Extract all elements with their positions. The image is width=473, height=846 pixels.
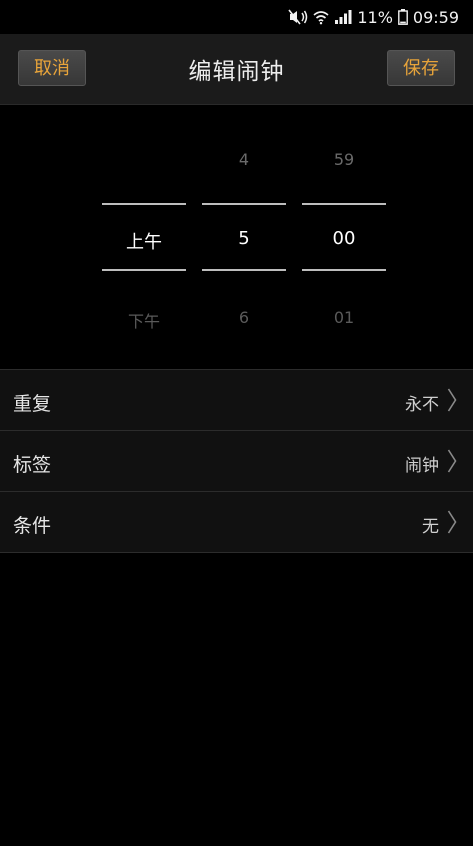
save-button[interactable]: 保存 xyxy=(387,50,455,86)
selection-line-bottom xyxy=(102,269,186,271)
condition-row[interactable]: 条件 无 xyxy=(0,491,473,553)
repeat-row[interactable]: 重复 永不 xyxy=(0,369,473,430)
header-bar: 取消 编辑闹钟 保存 xyxy=(0,34,473,105)
battery-percent: 11% xyxy=(357,7,393,27)
status-bar: 11% 09:59 xyxy=(0,0,473,34)
repeat-value: 永不 xyxy=(405,395,439,415)
selection-line-bottom xyxy=(302,269,386,271)
selection-line-top xyxy=(302,203,386,205)
hour-prev: 4 xyxy=(238,150,250,169)
ampm-selected: 上午 xyxy=(126,232,162,253)
minute-selected: 00 xyxy=(332,228,356,249)
label-row[interactable]: 标签 闹钟 xyxy=(0,430,473,491)
chevron-right-icon xyxy=(447,449,457,477)
mute-vibrate-icon xyxy=(288,9,308,25)
repeat-label: 重复 xyxy=(13,393,52,415)
condition-label: 条件 xyxy=(13,515,52,537)
selection-line-top xyxy=(202,203,286,205)
minute-prev: 59 xyxy=(333,150,355,169)
settings-list: 重复 永不 标签 闹钟 条件 无 xyxy=(0,369,473,553)
minute-wheel[interactable]: 59 00 01 xyxy=(302,105,386,369)
time-picker: 上午 下午 4 5 6 59 00 01 xyxy=(0,105,473,369)
wifi-icon xyxy=(313,9,329,25)
battery-icon xyxy=(397,9,408,25)
ampm-wheel[interactable]: 上午 下午 xyxy=(102,105,186,369)
selection-line-top xyxy=(102,203,186,205)
label-value: 闹钟 xyxy=(405,456,439,476)
hour-next: 6 xyxy=(238,308,250,327)
ampm-next: 下午 xyxy=(127,312,160,331)
minute-next: 01 xyxy=(333,308,355,327)
condition-value: 无 xyxy=(422,517,439,537)
chevron-right-icon xyxy=(447,388,457,416)
selection-line-bottom xyxy=(202,269,286,271)
signal-icon xyxy=(334,9,352,25)
hour-wheel[interactable]: 4 5 6 xyxy=(202,105,286,369)
hour-selected: 5 xyxy=(238,228,250,249)
label-label: 标签 xyxy=(13,454,52,476)
status-time: 09:59 xyxy=(412,7,459,27)
status-icons: 11% 09:59 xyxy=(288,6,459,28)
chevron-right-icon xyxy=(447,510,457,538)
